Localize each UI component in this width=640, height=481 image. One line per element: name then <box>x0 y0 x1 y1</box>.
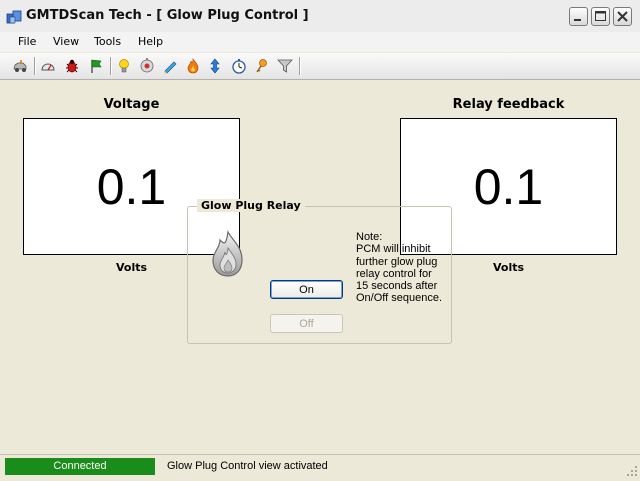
status-bar: Connected Glow Plug Control view activat… <box>0 454 640 481</box>
window-title: GMTDScan Tech - [ Glow Plug Control ] <box>26 8 309 23</box>
toolbar-separator <box>34 57 35 75</box>
relay-off-button[interactable]: Off <box>270 314 343 333</box>
resize-grip-icon[interactable] <box>624 463 638 477</box>
key-icon[interactable] <box>254 58 270 74</box>
relay-feedback-title: Relay feedback <box>452 97 565 112</box>
voltage-title: Voltage <box>103 97 160 112</box>
menu-bar: File View Tools Help <box>0 32 640 52</box>
gauge-icon[interactable] <box>40 58 56 74</box>
status-message: Glow Plug Control view activated <box>167 460 328 472</box>
pencil-icon[interactable] <box>162 58 178 74</box>
close-icon <box>617 11 628 22</box>
maximize-button[interactable] <box>591 7 610 26</box>
maximize-icon <box>595 11 606 21</box>
app-logo-icon <box>6 10 22 24</box>
minimize-button[interactable] <box>569 7 588 26</box>
toolbar-separator <box>110 57 111 75</box>
menu-view[interactable]: View <box>53 35 79 48</box>
flag-icon[interactable] <box>88 58 104 74</box>
toolbar <box>0 53 640 80</box>
connection-status: Connected <box>5 458 155 475</box>
relay-on-button[interactable]: On <box>270 280 343 299</box>
app-window: GMTDScan Tech - [ Glow Plug Control ] Fi… <box>0 0 640 481</box>
close-button[interactable] <box>613 7 632 26</box>
minimize-icon <box>574 19 581 21</box>
injector-icon[interactable] <box>139 58 155 74</box>
glow-plug-relay-title: Glow Plug Relay <box>197 199 305 212</box>
menu-tools[interactable]: Tools <box>94 35 121 48</box>
flame-icon[interactable] <box>185 58 201 74</box>
relay-note: Note: PCM will inhibit further glow plug… <box>356 231 443 305</box>
stopwatch-icon[interactable] <box>231 58 247 74</box>
flame-icon <box>212 230 243 277</box>
menu-file[interactable]: File <box>18 35 36 48</box>
filter-icon[interactable] <box>277 58 293 74</box>
menu-help[interactable]: Help <box>138 35 163 48</box>
lightbulb-icon[interactable] <box>116 58 132 74</box>
toolbar-separator <box>299 57 300 75</box>
up-down-arrows-icon[interactable] <box>207 58 223 74</box>
bug-icon[interactable] <box>64 58 80 74</box>
car-connect-icon[interactable] <box>12 58 28 74</box>
title-bar[interactable]: GMTDScan Tech - [ Glow Plug Control ] <box>0 0 640 33</box>
